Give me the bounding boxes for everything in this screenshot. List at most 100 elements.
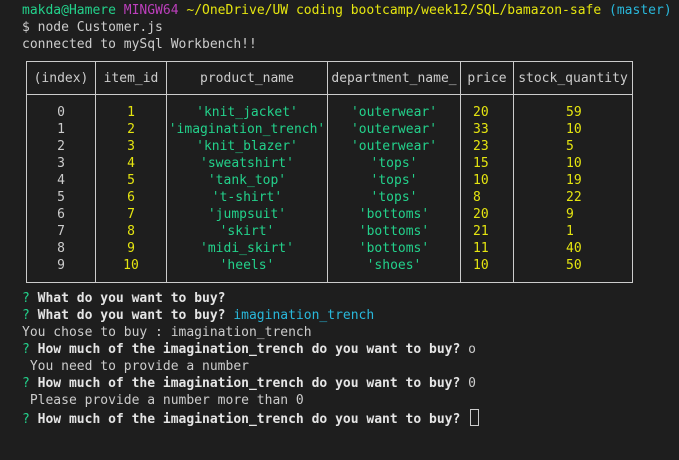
cell-index: 7 xyxy=(26,223,96,240)
cell-department-name: 'bottoms' xyxy=(327,240,461,257)
cell-index: 8 xyxy=(26,240,96,257)
terminal-window[interactable]: makda@Hamere MINGW64 ~/OneDrive/UW codin… xyxy=(0,0,679,460)
cell-item-id: 3 xyxy=(95,138,167,155)
question-mark: ? xyxy=(22,308,30,323)
question-mark: ? xyxy=(22,342,30,357)
cell-price: 20 xyxy=(460,94,514,121)
cell-index: 0 xyxy=(26,94,96,121)
question-text: What do you want to buy? xyxy=(37,291,226,306)
user-host: makda@Hamere xyxy=(22,3,116,18)
question-line-4: ? How much of the imagination_trench do … xyxy=(22,375,476,392)
shell-prompt-line: makda@Hamere MINGW64 ~/OneDrive/UW codin… xyxy=(22,2,672,19)
cell-department-name: 'tops' xyxy=(327,172,461,189)
cell-product-name: 'knit_jacket' xyxy=(166,94,328,121)
cell-product-name: 'sweatshirt' xyxy=(166,155,328,172)
cell-item-id: 1 xyxy=(95,94,167,121)
command-line: $ node Customer.js xyxy=(22,20,163,35)
validation-error-1: You need to provide a number xyxy=(22,359,249,374)
cell-stock-quantity: 19 xyxy=(513,172,633,189)
cell-stock-quantity: 9 xyxy=(513,206,633,223)
cell-department-name: 'tops' xyxy=(327,155,461,172)
cell-product-name: 'knit_blazer' xyxy=(166,138,328,155)
cell-department-name: 'outerwear' xyxy=(327,138,461,155)
answer-text: 0 xyxy=(468,376,476,391)
question-mark: ? xyxy=(22,291,30,306)
cell-index: 9 xyxy=(26,257,96,283)
table-row: 9 10'heels''shoes' 10 50 xyxy=(26,257,633,283)
cell-department-name: 'bottoms' xyxy=(327,223,461,240)
cell-index: 2 xyxy=(26,138,96,155)
table-row: 4 5'tank_top''tops' 10 19 xyxy=(26,172,633,189)
text-cursor[interactable] xyxy=(470,409,480,426)
answer-text: imagination_trench xyxy=(233,308,375,323)
cell-stock-quantity: 50 xyxy=(513,257,633,283)
header-stock-quantity: stock_quantity xyxy=(513,61,633,95)
question-text: How much of the imagination_trench do yo… xyxy=(37,412,461,427)
cell-index: 3 xyxy=(26,155,96,172)
cell-stock-quantity: 10 xyxy=(513,155,633,172)
inventory-table: (index) item_id product_name department_… xyxy=(26,61,633,283)
table-row: 8 9'midi_skirt''bottoms' 11 40 xyxy=(26,240,633,257)
cell-item-id: 7 xyxy=(95,206,167,223)
question-line-5: ? How much of the imagination_trench do … xyxy=(22,409,480,427)
validation-error-2: Please provide a number more than 0 xyxy=(22,393,304,408)
table-row: 2 3'knit_blazer''outerwear' 23 5 xyxy=(26,138,633,155)
cell-price: 10 xyxy=(460,172,514,189)
cell-price: 21 xyxy=(460,223,514,240)
question-mark: ? xyxy=(22,412,30,427)
cell-index: 6 xyxy=(26,206,96,223)
question-text: How much of the imagination_trench do yo… xyxy=(37,342,461,357)
table-row: 7 8'skirt''bottoms' 21 1 xyxy=(26,223,633,240)
cell-index: 1 xyxy=(26,121,96,138)
cell-item-id: 5 xyxy=(95,172,167,189)
cell-product-name: 't-shirt' xyxy=(166,189,328,206)
question-text: How much of the imagination_trench do yo… xyxy=(37,376,461,391)
question-line-1: ? What do you want to buy? xyxy=(22,290,226,307)
table-row: 3 4'sweatshirt''tops' 15 10 xyxy=(26,155,633,172)
shell-name: MINGW64 xyxy=(123,3,179,18)
cell-department-name: 'outerwear' xyxy=(327,94,461,121)
cell-item-id: 10 xyxy=(95,257,167,283)
header-product-name: product_name xyxy=(166,61,328,95)
header-department-name: department_name_ xyxy=(327,61,461,95)
cell-item-id: 4 xyxy=(95,155,167,172)
cell-stock-quantity: 40 xyxy=(513,240,633,257)
cell-stock-quantity: 1 xyxy=(513,223,633,240)
cell-price: 20 xyxy=(460,206,514,223)
cell-product-name: 'midi_skirt' xyxy=(166,240,328,257)
cell-price: 15 xyxy=(460,155,514,172)
question-text: What do you want to buy? xyxy=(37,308,226,323)
cell-department-name: 'outerwear' xyxy=(327,121,461,138)
cell-item-id: 9 xyxy=(95,240,167,257)
current-path: ~/OneDrive/UW coding bootcamp/week12/SQL… xyxy=(186,3,602,18)
table-row: 6 7'jumpsuit''bottoms' 20 9 xyxy=(26,206,633,223)
selection-confirmation: You chose to buy : imagination_trench xyxy=(22,325,312,340)
answer-text: o xyxy=(468,342,476,357)
header-index: (index) xyxy=(26,61,96,95)
cell-item-id: 6 xyxy=(95,189,167,206)
cell-product-name: 'skirt' xyxy=(166,223,328,240)
cell-department-name: 'bottoms' xyxy=(327,206,461,223)
cell-stock-quantity: 22 xyxy=(513,189,633,206)
cell-index: 5 xyxy=(26,189,96,206)
cell-stock-quantity: 10 xyxy=(513,121,633,138)
cell-item-id: 8 xyxy=(95,223,167,240)
cell-product-name: 'imagination_trench' xyxy=(166,121,328,138)
header-item-id: item_id xyxy=(95,61,167,95)
cell-stock-quantity: 5 xyxy=(513,138,633,155)
table-body: 0 1'knit_jacket''outerwear' 20 59 1 2'imagina… xyxy=(26,94,633,283)
cell-product-name: 'tank_top' xyxy=(166,172,328,189)
question-line-3: ? How much of the imagination_trench do … xyxy=(22,341,476,358)
question-line-2: ? What do you want to buy? imagination_t… xyxy=(22,307,374,324)
cell-price: 33 xyxy=(460,121,514,138)
cell-department-name: 'shoes' xyxy=(327,257,461,283)
table-header-row: (index) item_id product_name department_… xyxy=(26,61,633,95)
cell-product-name: 'heels' xyxy=(166,257,328,283)
cell-index: 4 xyxy=(26,172,96,189)
cell-item-id: 2 xyxy=(95,121,167,138)
table-row: 1 2'imagination_trench''outerwear' 33 10 xyxy=(26,121,633,138)
cell-price: 10 xyxy=(460,257,514,283)
cell-department-name: 'tops' xyxy=(327,189,461,206)
header-price: price xyxy=(460,61,514,95)
cell-price: 8 xyxy=(460,189,514,206)
